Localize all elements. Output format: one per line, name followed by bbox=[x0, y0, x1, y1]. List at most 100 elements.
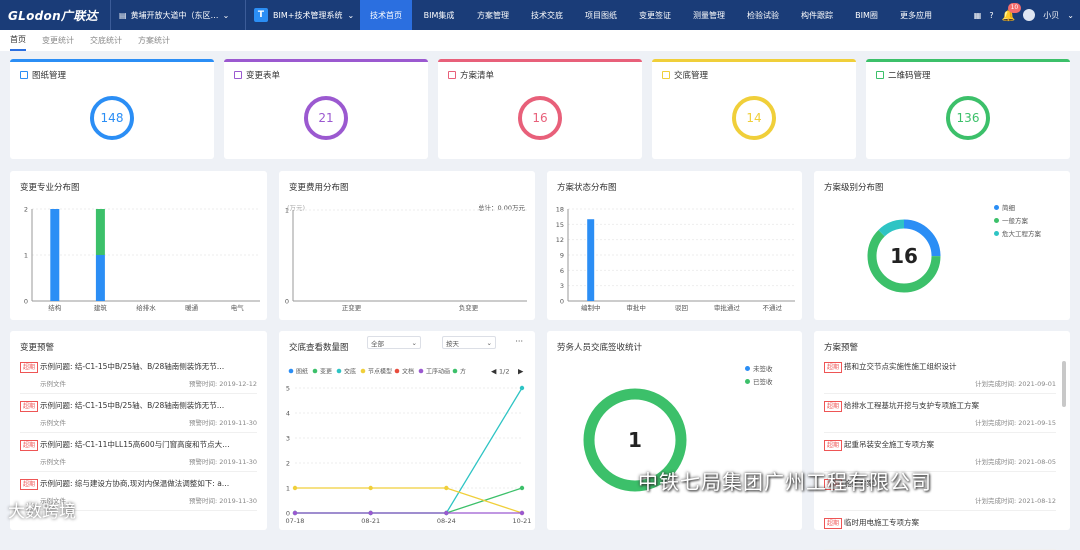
stat-value: 148 bbox=[100, 111, 124, 125]
help-icon[interactable]: ? bbox=[989, 11, 993, 20]
x-tick-label: 给排水 bbox=[136, 303, 156, 312]
change-warning-list: 超期 示例问题: 结-C1-15中B/25轴、B/28轴南侧装饰无节… 示例文件 预警… bbox=[20, 355, 257, 511]
chevron-down-icon[interactable]: ⌄ bbox=[1067, 11, 1074, 20]
warning-text: 临时用电施工专项方案 bbox=[844, 518, 919, 527]
pager-text: 1/2 bbox=[499, 368, 509, 376]
legend-label: 节点模型 bbox=[368, 368, 392, 376]
card-title: 方案预警 bbox=[824, 343, 859, 353]
legend-item: 一般方案 bbox=[994, 215, 1041, 225]
y-tick-label: 1 bbox=[286, 485, 290, 493]
bell-icon[interactable]: 🔔 10 bbox=[1002, 2, 1022, 22]
stat-icon bbox=[234, 71, 242, 79]
warning-item[interactable]: 超期 示例问题: 结-C1-11中LL15高600与门窗高度和节点大… 示例文件 预警… bbox=[20, 433, 257, 472]
nav-item-1[interactable]: BIM集成 bbox=[412, 0, 466, 30]
warning-file: 示例文件 bbox=[40, 419, 66, 427]
change-discipline-chart: 0 1 2 结构 建筑 给排水 暖通 电气 bbox=[24, 206, 260, 312]
project-icon: ▤ bbox=[119, 10, 127, 20]
y-tick-label: 15 bbox=[556, 221, 564, 229]
stat-card-4[interactable]: 二维码管理 136 bbox=[866, 59, 1070, 159]
stat-icon bbox=[448, 71, 456, 79]
labor-signoff-legend: 未签收 已签收 bbox=[745, 363, 773, 389]
glodon-logo[interactable]: GLodon广联达 bbox=[0, 7, 110, 24]
project-name: 黄埔开放大道中（东区… bbox=[130, 10, 219, 20]
subtab-0[interactable]: 首页 bbox=[10, 30, 26, 51]
subtab-1[interactable]: 变更统计 bbox=[42, 30, 74, 51]
nav-item-8[interactable]: 构件跟踪 bbox=[790, 0, 844, 30]
grid-icon[interactable]: ▦ bbox=[974, 11, 982, 20]
y-tick-label: 3 bbox=[560, 282, 564, 290]
stat-value: 21 bbox=[318, 111, 334, 125]
stat-ring: 148 bbox=[90, 96, 134, 140]
stat-card-2[interactable]: 方案清单 16 bbox=[438, 59, 642, 159]
bar bbox=[95, 209, 105, 255]
user-name[interactable]: 小贝 bbox=[1043, 10, 1059, 21]
x-tick-label: 建筑 bbox=[94, 303, 108, 312]
warning-item[interactable]: 超期 临时用电施工专项方案 bbox=[824, 511, 1056, 550]
stat-label: 方案清单 bbox=[460, 71, 495, 81]
avatar[interactable] bbox=[1023, 9, 1036, 21]
stat-card-0[interactable]: 图纸管理 148 bbox=[10, 59, 214, 159]
legend-dot bbox=[994, 217, 999, 223]
nav-item-2[interactable]: 方案管理 bbox=[466, 0, 520, 30]
y-tick-label: 4 bbox=[286, 410, 290, 418]
stat-card-3[interactable]: 交底管理 14 bbox=[652, 59, 856, 159]
overdue-tag: 超期 bbox=[20, 362, 39, 373]
y-tick-label: 0 bbox=[285, 298, 289, 306]
x-tick-label: 审批通过 bbox=[714, 303, 741, 312]
subtab-3[interactable]: 方案统计 bbox=[138, 30, 170, 51]
bar bbox=[587, 219, 595, 301]
series-point bbox=[292, 510, 298, 516]
warning-item[interactable]: 超期 示例问题: 结-C1-15中B/25轴、B/28轴南侧装饰无节… 示例文件 预警… bbox=[20, 394, 257, 433]
series-point bbox=[444, 510, 449, 516]
nav-item-7[interactable]: 检验试验 bbox=[736, 0, 790, 30]
stat-accent-line bbox=[438, 59, 642, 62]
series-line bbox=[295, 487, 523, 514]
stat-accent-line bbox=[866, 59, 1070, 62]
plan-level-legend: 简细 一般方案 危大工程方案 bbox=[994, 202, 1041, 241]
y-tick-label: 2 bbox=[286, 460, 290, 468]
overdue-tag: 超期 bbox=[824, 440, 843, 451]
stat-card-1[interactable]: 变更表单 21 bbox=[224, 59, 428, 159]
nav-item-0[interactable]: 技术首页 bbox=[360, 0, 412, 30]
y-tick-label: 9 bbox=[560, 252, 564, 260]
overdue-tag: 超期 bbox=[20, 401, 39, 412]
stat-accent-line bbox=[10, 59, 214, 62]
warning-date: 预警时间: 2019-11-30 bbox=[188, 458, 257, 466]
nav-item-10[interactable]: 更多应用 bbox=[889, 0, 943, 30]
legend-dot bbox=[994, 204, 999, 210]
warning-text: 示例问题: 结-C1-15中B/25轴、B/28轴南侧装饰无节… bbox=[40, 362, 225, 371]
warning-item[interactable]: 超期 给排水工程基坑开挖与支护专项施工方案 计划完成时间: 2021-09-15 bbox=[824, 394, 1056, 433]
warning-date: 计划完成时间: 2021-09-15 bbox=[974, 419, 1056, 427]
y-tick-label: 1 bbox=[24, 252, 28, 260]
warning-text: 起重吊装安全施工专项方案 bbox=[844, 440, 934, 449]
watermark-logo-text: 大数跨境 bbox=[8, 502, 76, 522]
system-selector[interactable]: T BIM+技术管理系统 ⌄ bbox=[245, 0, 360, 30]
stat-title: 交底管理 bbox=[662, 69, 708, 81]
nav-item-9[interactable]: BIM圈 bbox=[844, 0, 889, 30]
series-point bbox=[519, 385, 525, 391]
nav-item-6[interactable]: 测量管理 bbox=[682, 0, 736, 30]
warning-item[interactable]: 超期 示例问题: 结-C1-15中B/25轴、B/28轴南侧装饰无节… 示例文件 预警… bbox=[20, 355, 257, 394]
series-point bbox=[444, 485, 449, 491]
stat-icon bbox=[662, 71, 670, 79]
stat-accent-line bbox=[652, 59, 856, 62]
y-tick-label: 0 bbox=[560, 298, 564, 306]
subtab-2[interactable]: 交底统计 bbox=[90, 30, 122, 51]
series-point bbox=[519, 485, 525, 491]
y-tick-label: 12 bbox=[556, 236, 564, 244]
legend-dot bbox=[360, 368, 366, 374]
warning-item[interactable]: 超期 搭和立交节点实施性施工组织设计 计划完成时间: 2021-09-01 bbox=[824, 355, 1056, 394]
y-tick-label: 5 bbox=[286, 385, 290, 393]
warning-date: 预警时间: 2019-12-12 bbox=[188, 380, 257, 388]
topbar-right: ▦ ? 🔔 10 小贝 ⌄ bbox=[974, 0, 1074, 30]
overdue-tag: 超期 bbox=[20, 479, 39, 490]
x-tick-label: 驳回 bbox=[675, 304, 688, 312]
nav-item-5[interactable]: 变更签证 bbox=[628, 0, 682, 30]
donut-center-value: 16 bbox=[890, 244, 918, 268]
scrollbar[interactable] bbox=[1062, 361, 1066, 407]
project-selector[interactable]: ▤ 黄埔开放大道中（东区… ⌄ bbox=[110, 0, 245, 30]
nav-item-3[interactable]: 技术交底 bbox=[520, 0, 574, 30]
plan-status-card: 方案状态分布图 0 3 6 9 12 15 18 编制中 审批中 驳回 审批通过 不通过 bbox=[547, 171, 802, 320]
nav-item-4[interactable]: 项目图纸 bbox=[574, 0, 628, 30]
card-title: 变更预警 bbox=[20, 343, 55, 353]
